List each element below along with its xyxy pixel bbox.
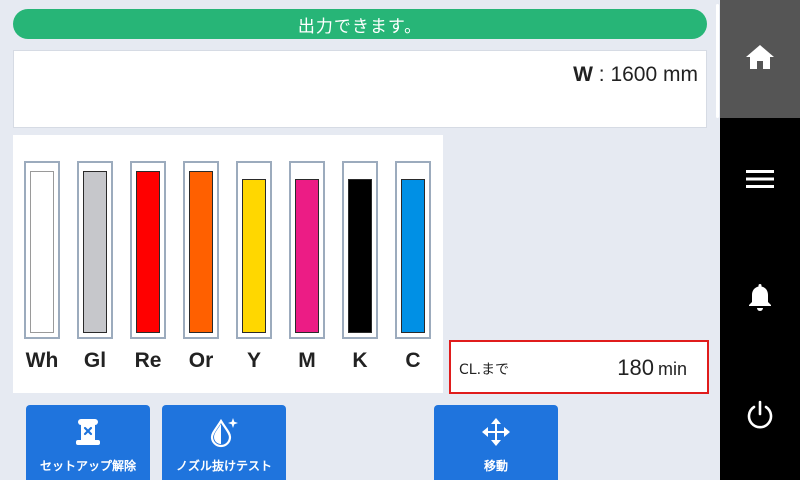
status-banner: 出力できます。: [13, 9, 707, 39]
menu-icon: [746, 169, 774, 193]
nozzle-test-icon: [208, 415, 240, 449]
ink-fill: [401, 179, 425, 333]
cleaning-label: CL.まで: [459, 362, 510, 378]
setup-release-label: セットアップ解除: [39, 459, 136, 473]
ink-label-m: M: [298, 349, 316, 372]
home-button[interactable]: [720, 0, 800, 118]
ink-cartridge[interactable]: [236, 161, 272, 339]
ink-label-gl: Gl: [83, 349, 107, 372]
media-width-label: W: [573, 63, 593, 86]
ink-cartridge[interactable]: [183, 161, 219, 339]
status-message: 出力できます。: [297, 16, 423, 37]
ink-fill: [348, 179, 372, 333]
setup-release-icon: [73, 415, 103, 449]
power-icon: [745, 400, 775, 434]
cleaning-unit: min: [657, 359, 687, 379]
media-width-value: 1600: [610, 63, 658, 86]
media-width-readout: W : 1600 mm: [573, 63, 698, 87]
move-button[interactable]: 移動: [434, 405, 558, 480]
ink-fill: [83, 171, 107, 333]
ink-cartridge[interactable]: [395, 161, 431, 339]
cleaning-value-group: 180 min: [617, 355, 687, 381]
ink-fill: [242, 179, 266, 333]
home-icon: [745, 43, 775, 75]
ink-label-wh: Wh: [25, 349, 59, 372]
cleaning-minutes: 180: [617, 355, 654, 380]
ink-label-y: Y: [246, 349, 261, 372]
ink-cartridge[interactable]: [130, 161, 166, 339]
ink-fill: [189, 171, 213, 333]
bell-icon: [747, 282, 773, 316]
ink-fill: [30, 171, 54, 333]
ink-cartridge[interactable]: [77, 161, 113, 339]
ink-label-re: Re: [134, 349, 162, 372]
ink-fill: [295, 179, 319, 333]
media-width-separator: :: [598, 63, 605, 86]
media-width-unit: mm: [663, 63, 698, 86]
ink-label-k: K: [352, 349, 368, 372]
move-label: 移動: [483, 459, 508, 473]
ink-label-c: C: [405, 349, 421, 372]
cleaning-countdown-box: CL.まで 180 min: [449, 340, 709, 394]
ink-cartridge[interactable]: [289, 161, 325, 339]
move-arrows-icon: [481, 415, 511, 449]
ink-level-panel: Wh Gl Re Or Y M K C: [13, 135, 443, 393]
ink-fill: [136, 171, 160, 333]
notifications-button[interactable]: [720, 270, 800, 328]
ink-cartridge[interactable]: [342, 161, 378, 339]
nozzle-test-button[interactable]: ノズル抜けテスト: [162, 405, 286, 480]
ink-label-or: Or: [188, 349, 214, 372]
media-width-panel: W : 1600 mm: [13, 50, 707, 128]
power-button[interactable]: [720, 388, 800, 446]
menu-button[interactable]: [720, 152, 800, 210]
ink-cartridge[interactable]: [24, 161, 60, 339]
nozzle-test-label: ノズル抜けテスト: [175, 459, 272, 473]
setup-release-button[interactable]: セットアップ解除: [26, 405, 150, 480]
scroll-indicator: [716, 4, 719, 118]
sidebar: [720, 0, 800, 480]
